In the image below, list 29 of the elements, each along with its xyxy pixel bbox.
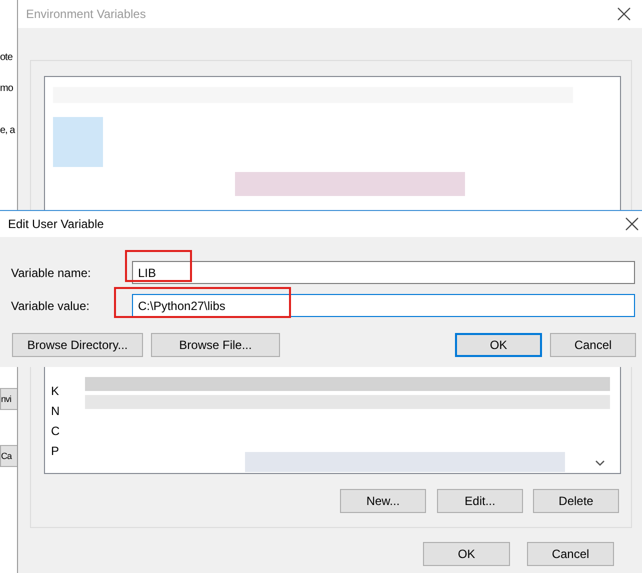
window-text: mo — [0, 82, 13, 96]
text-field[interactable]: LIB — [132, 261, 635, 284]
highlight-box — [125, 250, 192, 282]
list-button[interactable]: New... — [340, 489, 426, 513]
dialog-button[interactable]: Browse File... — [151, 333, 280, 357]
window-button[interactable]: Ca — [0, 445, 17, 467]
dialog-button[interactable]: OK — [455, 333, 542, 357]
dialog-button[interactable]: OK — [423, 542, 510, 566]
dialog-button[interactable]: Browse Directory... — [12, 333, 143, 357]
close-icon[interactable] — [617, 7, 631, 21]
list-button[interactable]: Delete — [533, 489, 619, 513]
window-title: Environment Variables — [26, 6, 146, 23]
text-field[interactable]: C:\Python27\libs — [132, 294, 635, 317]
dialog-title: Edit User Variable — [8, 216, 104, 233]
window-button[interactable]: nvi — [0, 388, 17, 410]
redaction-blur — [53, 117, 103, 167]
variable-name: N — [51, 403, 60, 419]
variable-name: K — [51, 383, 60, 399]
close-icon[interactable] — [625, 217, 639, 231]
window-text: e, a — [0, 124, 15, 138]
scroll-down-icon[interactable] — [595, 460, 605, 466]
dialog-button[interactable]: Cancel — [550, 333, 636, 357]
variable-name: P — [51, 443, 60, 459]
field-label: Variable name: — [11, 265, 91, 282]
field-label: Variable value: — [11, 298, 90, 315]
dialog-button[interactable]: Cancel — [527, 542, 614, 566]
list-button[interactable]: Edit... — [437, 489, 523, 513]
window-text: ote — [0, 51, 12, 65]
variable-name: C — [51, 423, 60, 439]
